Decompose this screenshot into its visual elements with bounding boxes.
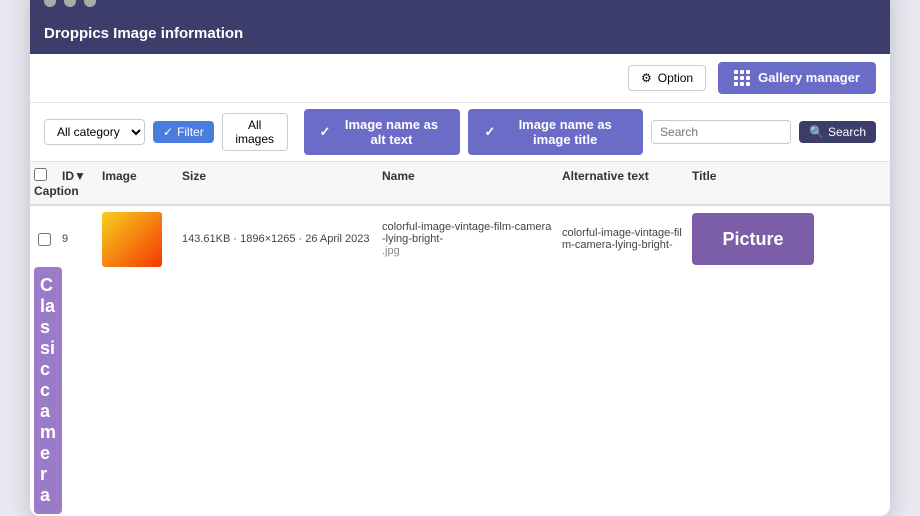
grid-icon [734,70,750,86]
check-icon: ✓ [163,125,173,139]
thumbnail-9 [102,212,162,267]
search-button[interactable]: 🔍 Search [799,121,876,143]
row-size-9: 143.61KB · 1896×1265 · 26 April 2023 [178,233,378,245]
dot-green [84,0,96,7]
filter-button[interactable]: ✓ Filter [153,121,214,143]
row-id-9: 9 [58,233,98,245]
toggle-image-title-button[interactable]: ✓ Image name as image title [468,109,643,155]
app-title: Droppics Image information [44,25,243,42]
row-checkbox-9 [30,233,58,246]
search-input[interactable] [651,120,791,144]
table-row: 9 143.61KB · 1896×1265 · 26 April 2023 c… [30,206,890,516]
col-size: Size [178,169,378,183]
row-name-9: colorful-image-vintage-film-camera-lying… [378,221,558,257]
caption-highlight-9: Classic camera [34,267,62,514]
check-icon-alt: ✓ [320,124,331,140]
select-all-checkbox[interactable] [34,168,47,181]
col-image: Image [98,169,178,183]
titlebar [30,0,890,17]
row-caption-9: Classic camera [30,267,58,514]
row-title-9: Picture [688,213,818,265]
dot-red [44,0,56,7]
title-highlight-9: Picture [692,213,814,265]
col-title: Title [688,169,818,183]
check-icon-title: ✓ [484,124,495,140]
gear-icon: ⚙ [641,71,652,85]
toggle-alt-text-button[interactable]: ✓ Image name as alt text [304,109,461,155]
col-name: Name [378,169,558,183]
toolbar: ⚙ Option Gallery manager [30,54,890,103]
main-window: Droppics Image information ⚙ Option Gall… [30,0,890,516]
table-header: ID▼ Image Size Name Alternative text Tit… [30,162,890,206]
filter-bar: All category ✓ Filter All images ✓ Image… [30,103,890,162]
option-button[interactable]: ⚙ Option [628,65,706,91]
row-checkbox-input-9[interactable] [38,233,51,246]
search-icon: 🔍 [809,125,824,139]
col-alt: Alternative text [558,169,688,183]
category-select[interactable]: All category [44,119,145,145]
row-image-9 [98,212,178,267]
row-alt-9: colorful-image-vintage-film-camera-lying… [558,227,688,251]
gallery-manager-button[interactable]: Gallery manager [718,62,876,94]
app-title-bar: Droppics Image information [30,17,890,54]
table-body: 9 143.61KB · 1896×1265 · 26 April 2023 c… [30,206,890,516]
col-id[interactable]: ID▼ [58,169,98,183]
col-checkbox [30,168,58,184]
all-images-button[interactable]: All images [222,113,288,151]
dot-yellow [64,0,76,7]
col-caption: Caption [30,184,58,198]
